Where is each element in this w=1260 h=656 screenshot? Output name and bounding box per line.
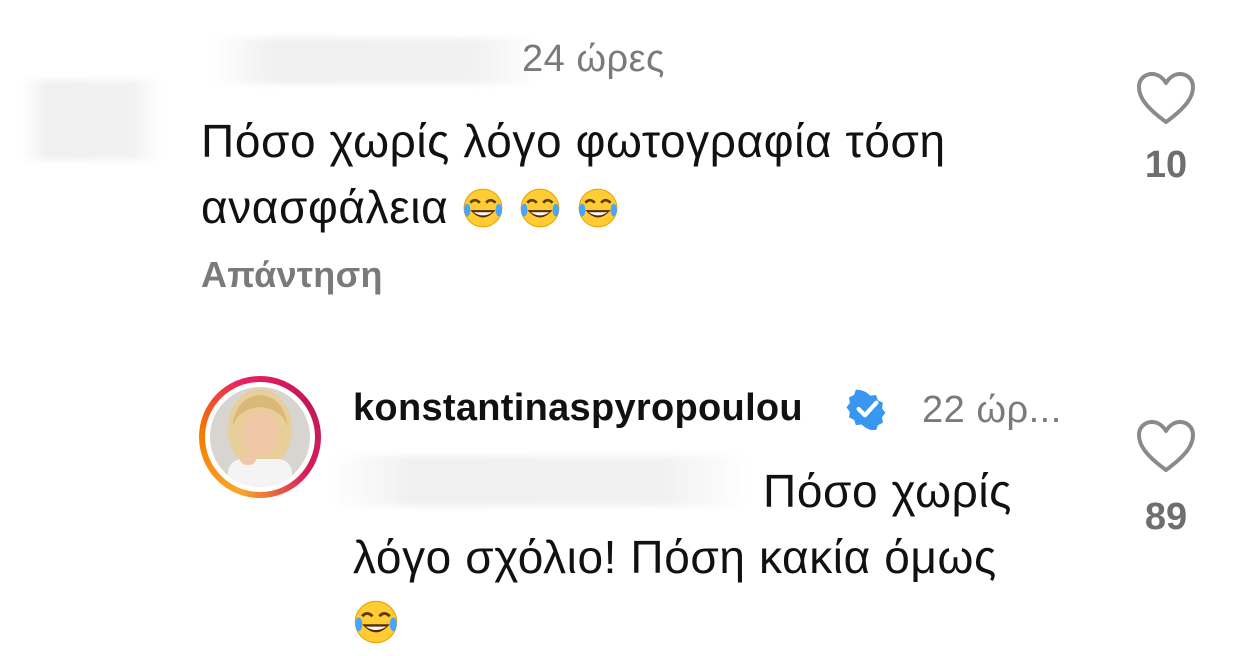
comment-text-line-2: ανασφάλεια (201, 174, 946, 240)
avatar-photo (210, 387, 310, 487)
redacted-avatar (20, 80, 160, 160)
comment-timestamp: 22 ώρ... (922, 389, 1062, 431)
tears-of-joy-emoji (353, 597, 401, 649)
avatar[interactable] (199, 376, 321, 498)
comment-text-line-2: λόγο σχόλιο! Πόση κακία όμως (353, 531, 997, 583)
comment-text-line: Πόσο χωρίς (763, 465, 1012, 517)
reply-button[interactable]: Απάντηση (201, 254, 383, 296)
comment-text-line-3 (353, 590, 1012, 656)
verified-badge-icon (846, 389, 886, 430)
tears-of-joy-emoji (462, 181, 519, 233)
username[interactable]: konstantinaspyropoulou (353, 387, 803, 430)
comment-text: Πόσο χωρίς λόγο σχόλιο! Πόση κακία όμως (353, 458, 1012, 656)
comment-text-line: Πόσο χωρίς λόγο φωτογραφία τόση (201, 115, 946, 167)
redacted-username (210, 38, 540, 84)
comment-timestamp: 24 ώρες (522, 38, 665, 80)
like-count: 89 (1144, 496, 1188, 538)
heart-icon[interactable] (1136, 72, 1196, 126)
heart-icon[interactable] (1136, 420, 1196, 474)
tears-of-joy-emoji (519, 181, 576, 233)
tears-of-joy-emoji (577, 181, 621, 233)
comment-text: Πόσο χωρίς λόγο φωτογραφία τόση ανασφάλε… (201, 108, 946, 240)
like-count: 10 (1144, 144, 1188, 186)
